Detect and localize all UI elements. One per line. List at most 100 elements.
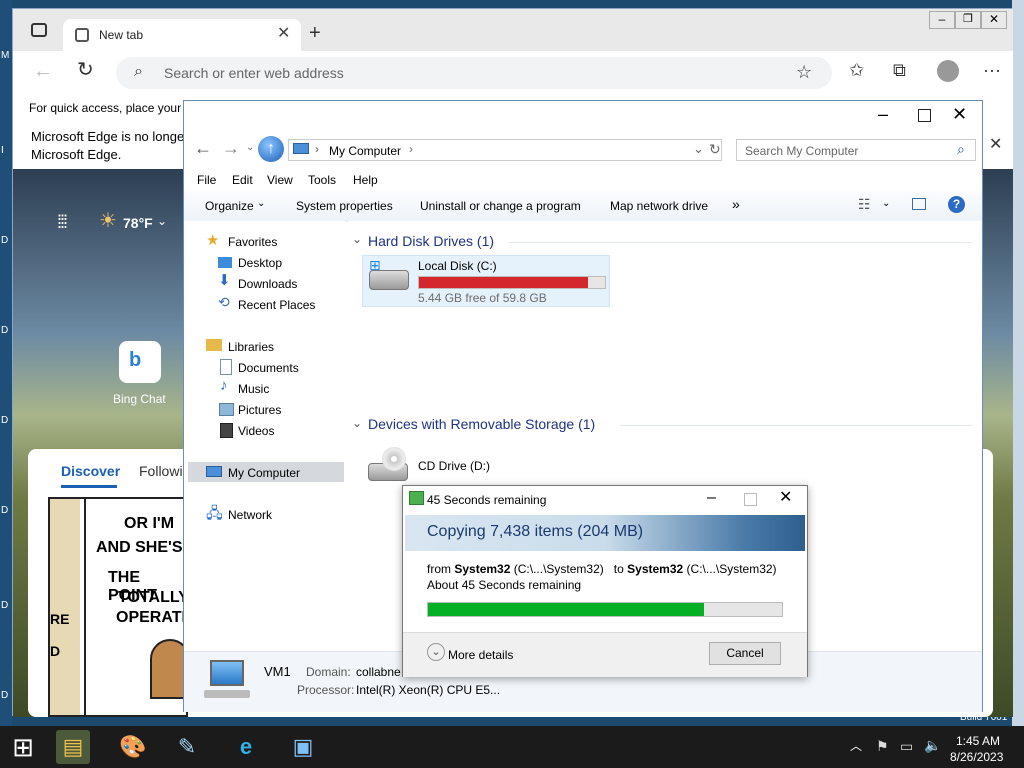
back-arrow-icon[interactable]: ← [33, 61, 53, 81]
dialog-close-icon[interactable]: ✕ [779, 490, 792, 506]
network-tray-icon[interactable]: ▭ [900, 739, 913, 753]
from-name[interactable]: System32 [454, 562, 510, 576]
add-favorite-icon[interactable]: ☆ [796, 63, 812, 81]
up-folder-icon[interactable]: ↑ [258, 136, 284, 162]
weather-chevron-down-icon[interactable]: ⌄ [157, 215, 167, 227]
removable-collapse-icon[interactable]: ⌄ [352, 417, 362, 429]
more-details-chevron-icon[interactable]: ⌄ [427, 643, 445, 661]
search-input[interactable]: Search My Computer ⌕ [736, 139, 976, 161]
apps-launcher-icon[interactable]: ⁞⁞⁞ [57, 213, 68, 231]
address-bar[interactable]: ⌕ Search or enter web address ☆ [116, 57, 832, 89]
edge-taskbar-icon[interactable]: e [229, 730, 263, 764]
nav-recent-places[interactable]: Recent Places [238, 298, 315, 312]
preview-pane-icon[interactable] [912, 198, 926, 210]
file-explorer-taskbar-icon[interactable]: ▤ [56, 730, 90, 764]
libraries-icon [206, 339, 222, 351]
menu-help[interactable]: Help [353, 173, 378, 187]
organize-button[interactable]: Organize [205, 199, 254, 213]
volume-muted-icon[interactable]: 🔈 [924, 738, 941, 752]
comic-card[interactable]: OR I'M AND SHE'S THE POINT TOTALLY OPERA… [48, 497, 188, 717]
cd-drive-item[interactable]: CD Drive (D:) [362, 447, 562, 487]
history-chevron-icon[interactable]: ⌄ [246, 143, 254, 153]
notepad-taskbar-icon[interactable]: ✎ [170, 730, 204, 764]
menu-file[interactable]: File [197, 173, 216, 187]
more-options-icon[interactable]: ··· [983, 61, 1001, 79]
nav-favorites[interactable]: Favorites [228, 235, 277, 249]
explorer-minimize-icon[interactable]: – [878, 105, 888, 123]
show-hidden-icons-chevron[interactable]: ︿ [850, 740, 862, 752]
help-icon[interactable]: ? [948, 196, 965, 213]
computer-icon [293, 143, 309, 154]
nav-desktop[interactable]: Desktop [238, 256, 282, 270]
feed-tab-discover[interactable]: Discover [61, 463, 120, 479]
change-view-icon[interactable]: ☷ [858, 197, 871, 211]
close-icon[interactable]: ✕ [981, 11, 1007, 29]
forward-icon[interactable]: → [222, 139, 240, 157]
nav-music[interactable]: Music [238, 382, 269, 396]
minimize-icon[interactable]: – [929, 11, 955, 29]
address-path[interactable]: › My Computer › ⌄ ↻ [288, 139, 722, 161]
nav-libraries[interactable]: Libraries [228, 340, 274, 354]
refresh-icon[interactable]: ↻ [709, 142, 721, 156]
view-chevron-icon[interactable]: ⌄ [882, 199, 890, 209]
profile-avatar-icon[interactable] [937, 60, 959, 82]
back-icon[interactable]: ← [194, 139, 212, 157]
nav-videos[interactable]: Videos [238, 424, 274, 438]
nav-my-computer-row[interactable]: My Computer [188, 462, 344, 482]
to-name[interactable]: System32 [627, 562, 683, 576]
nav-my-computer: My Computer [228, 466, 301, 480]
address-placeholder: Search or enter web address [164, 65, 344, 81]
menu-edit[interactable]: Edit [232, 173, 253, 187]
clock-time[interactable]: 1:45 AM [956, 734, 1000, 748]
map-network-drive-button[interactable]: Map network drive [610, 199, 708, 213]
tab-title: New tab [99, 28, 144, 42]
clock-date[interactable]: 8/26/2023 [950, 750, 1003, 764]
collections-icon[interactable]: ⧉ [893, 61, 906, 79]
hard-disk-group-header[interactable]: Hard Disk Drives (1) [368, 233, 494, 249]
bing-chat-tile[interactable]: b [119, 341, 161, 383]
explorer-maximize-icon[interactable] [918, 109, 931, 122]
menu-view[interactable]: View [267, 173, 293, 187]
path-dropdown-icon[interactable]: ⌄ [693, 142, 704, 155]
group-collapse-icon[interactable]: ⌄ [352, 233, 362, 245]
more-details-link[interactable]: More details [448, 648, 513, 662]
new-tab-plus-icon[interactable]: + [309, 23, 321, 43]
local-disk-free: 5.44 GB free of 59.8 GB [418, 291, 547, 305]
copy-progress-fill [428, 603, 705, 616]
tab-actions-icon[interactable] [31, 23, 47, 37]
breadcrumb-my-computer[interactable]: My Computer [329, 144, 401, 158]
refresh-icon[interactable]: ↻ [77, 60, 94, 80]
documents-icon [220, 359, 232, 375]
restore-icon[interactable]: ❐ [955, 11, 981, 29]
start-windows-icon[interactable]: ⊞ [6, 730, 40, 764]
explorer-close-icon[interactable]: ✕ [952, 105, 967, 123]
comic-source: GoComics · 21h [89, 704, 169, 716]
more-commands-button[interactable]: » [732, 196, 740, 212]
system-properties-button[interactable]: System properties [296, 199, 393, 213]
nav-pictures[interactable]: Pictures [238, 403, 281, 417]
paint-taskbar-icon[interactable]: 🎨 [116, 730, 150, 764]
tab-close-icon[interactable]: ✕ [277, 26, 290, 42]
computer-large-icon [210, 660, 244, 686]
new-tab-page-icon [75, 28, 89, 42]
to-word: to [613, 562, 624, 576]
uninstall-program-button[interactable]: Uninstall or change a program [420, 199, 581, 213]
nav-downloads[interactable]: Downloads [238, 277, 297, 291]
menu-tools[interactable]: Tools [308, 173, 336, 187]
info-bar-close-icon[interactable]: ✕ [989, 137, 1002, 153]
dialog-minimize-icon[interactable]: – [707, 490, 716, 506]
videos-icon [220, 423, 233, 438]
cancel-button[interactable]: Cancel [709, 642, 781, 665]
local-disk-name: Local Disk (C:) [418, 259, 497, 273]
weather-temp[interactable]: 78°F [123, 215, 153, 231]
nav-documents[interactable]: Documents [238, 361, 299, 375]
removable-group-header[interactable]: Devices with Removable Storage (1) [368, 416, 595, 432]
local-disk-item[interactable]: ⊞ Local Disk (C:) 5.44 GB free of 59.8 G… [362, 255, 610, 307]
action-center-flag-icon[interactable]: ⚑ [876, 739, 889, 753]
breadcrumb-chevron-icon[interactable]: › [409, 143, 413, 155]
favorites-icon[interactable]: ✩ [849, 61, 864, 79]
control-panel-taskbar-icon[interactable]: ▣ [286, 730, 320, 764]
nav-network[interactable]: Network [228, 508, 272, 522]
tab-new-tab[interactable]: New tab ✕ [63, 19, 301, 51]
my-computer-icon [206, 466, 222, 477]
